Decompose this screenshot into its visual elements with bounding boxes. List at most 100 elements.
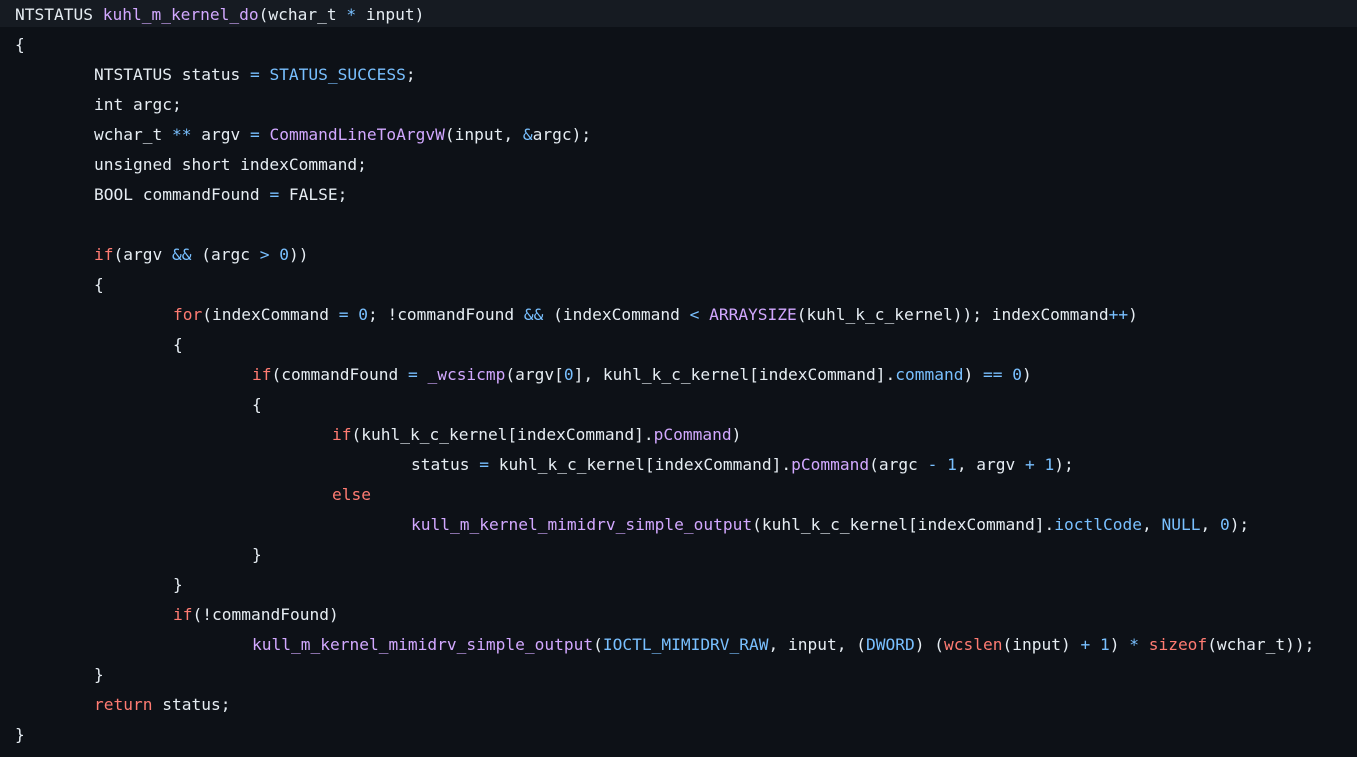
code-view: NTSTATUS kuhl_m_kernel_do(wchar_t * inpu… xyxy=(0,0,1357,757)
code-token: * xyxy=(1129,635,1139,654)
code-token: argc); xyxy=(532,125,592,144)
code-line: } xyxy=(15,540,1314,570)
code-token: DWORD xyxy=(866,635,915,654)
code-token: (input, xyxy=(444,125,523,144)
code-token: NTSTATUS status xyxy=(94,65,250,84)
code-token: (!commandFound) xyxy=(192,605,339,624)
code-line: int argc; xyxy=(15,90,1314,120)
code-token: 0 xyxy=(279,245,289,264)
code-token: input) xyxy=(356,5,425,24)
code-token: sizeof xyxy=(1148,635,1208,654)
code-token: (indexCommand xyxy=(543,305,690,324)
code-token: = xyxy=(269,185,280,204)
code-token: (kuhl_k_c_kernel[indexCommand]. xyxy=(752,515,1055,534)
code-token: if xyxy=(94,245,114,264)
code-token: = xyxy=(338,305,349,324)
code-line: status = kuhl_k_c_kernel[indexCommand].p… xyxy=(15,450,1314,480)
code-token: (argv[ xyxy=(505,365,564,384)
code-line: if(!commandFound) xyxy=(15,600,1314,630)
code-token: && xyxy=(171,245,192,264)
code-token: )) xyxy=(288,245,309,264)
code-token: wchar_t xyxy=(94,125,172,144)
code-token: 1 xyxy=(947,455,957,474)
code-token: pCommand xyxy=(791,455,870,474)
code-token: kuhl_k_c_kernel[indexCommand]. xyxy=(488,455,792,474)
code-token: (argv xyxy=(113,245,172,264)
code-token: else xyxy=(332,485,371,504)
code-token: + xyxy=(1080,635,1091,654)
code-token: { xyxy=(94,275,104,294)
code-token: } xyxy=(94,665,104,684)
code-token: kuhl_m_kernel_do xyxy=(102,5,259,24)
code-token: ARRAYSIZE xyxy=(709,305,797,324)
code-token: ) xyxy=(1022,365,1032,384)
code-token: & xyxy=(522,125,533,144)
code-token: BOOL commandFound xyxy=(94,185,270,204)
code-token: NULL xyxy=(1161,515,1201,534)
code-token: for xyxy=(173,305,203,324)
code-line: { xyxy=(15,270,1314,300)
code-token: = xyxy=(407,365,418,384)
code-token: = xyxy=(249,125,260,144)
code-line: kull_m_kernel_mimidrv_simple_output(kuhl… xyxy=(15,510,1314,540)
code-token: ** xyxy=(171,125,192,144)
code-token: STATUS_SUCCESS xyxy=(269,65,406,84)
code-line: kull_m_kernel_mimidrv_simple_output(IOCT… xyxy=(15,630,1314,660)
code-token: == xyxy=(983,365,1003,384)
code-token: ); xyxy=(1229,515,1250,534)
code-token: NTSTATUS xyxy=(15,5,103,24)
code-token: return xyxy=(94,695,153,714)
code-token: } xyxy=(252,545,262,564)
code-token: wcslen xyxy=(944,635,1003,654)
code-line: { xyxy=(15,390,1314,420)
code-token: IOCTL_MIMIDRV_RAW xyxy=(602,635,769,654)
code-token: ++ xyxy=(1108,305,1129,324)
code-token: if xyxy=(173,605,193,624)
code-line: } xyxy=(15,660,1314,690)
code-line: return status; xyxy=(15,690,1314,720)
code-line: { xyxy=(15,30,1314,60)
code-line: } xyxy=(15,570,1314,600)
code-token: (argc xyxy=(191,245,260,264)
code-token: (input) xyxy=(1002,635,1081,654)
code-block: NTSTATUS kuhl_m_kernel_do(wchar_t * inpu… xyxy=(15,0,1314,750)
code-token: && xyxy=(523,305,544,324)
code-token: 0 xyxy=(358,305,368,324)
code-token: (kuhl_k_c_kernel[indexCommand]. xyxy=(351,425,654,444)
code-token: (wchar_t)); xyxy=(1207,635,1315,654)
code-token: { xyxy=(15,35,25,54)
code-line: wchar_t ** argv = CommandLineToArgvW(inp… xyxy=(15,120,1314,150)
code-token: ) ( xyxy=(914,635,944,654)
code-line: } xyxy=(15,720,1314,750)
code-token: , xyxy=(1141,515,1162,534)
code-token: , input, ( xyxy=(768,635,867,654)
code-token: (kuhl_k_c_kernel)); indexCommand xyxy=(796,305,1109,324)
code-token: argv xyxy=(191,125,250,144)
code-token: int argc; xyxy=(94,95,182,114)
code-token: < xyxy=(689,305,700,324)
code-token: command xyxy=(895,365,964,384)
code-token: kull_m_kernel_mimidrv_simple_output xyxy=(411,515,753,534)
code-line: unsigned short indexCommand; xyxy=(15,150,1314,180)
code-token: } xyxy=(173,575,183,594)
code-token: ) xyxy=(963,365,983,384)
code-line: NTSTATUS kuhl_m_kernel_do(wchar_t * inpu… xyxy=(15,0,1314,30)
code-token: (argc xyxy=(869,455,928,474)
code-token: _wcsicmp xyxy=(427,365,506,384)
code-line: NTSTATUS status = STATUS_SUCCESS; xyxy=(15,60,1314,90)
code-token: status xyxy=(411,455,480,474)
code-token: if xyxy=(332,425,352,444)
code-token: ) xyxy=(731,425,742,444)
code-token: 0 xyxy=(563,365,574,384)
code-token: { xyxy=(252,395,262,414)
code-token: (commandFound xyxy=(271,365,408,384)
